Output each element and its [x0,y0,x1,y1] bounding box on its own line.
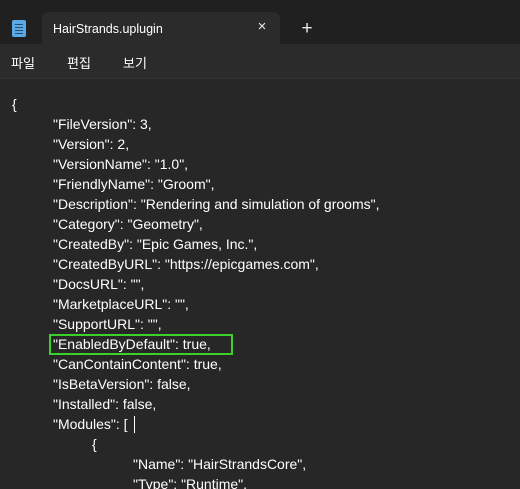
code-line: "MarketplaceURL": "", [53,296,189,312]
menu-bar: 파일 편집 보기 [0,44,520,78]
tab-bar: HairStrands.uplugin × + [0,0,520,44]
code-line: "Type": "Runtime", [133,476,248,489]
code-line: "Name": "HairStrandsCore", [133,456,307,472]
code-line: "CreatedByURL": "https://epicgames.com", [53,256,319,272]
code-line: "FriendlyName": "Groom", [53,176,215,192]
close-icon[interactable]: × [254,18,270,36]
code-line: { [12,96,17,112]
code-line: { [92,436,97,452]
code-line: "CreatedBy": "Epic Games, Inc.", [53,236,258,252]
menu-view[interactable]: 보기 [123,53,147,72]
code-line: "SupportURL": "", [53,316,162,332]
code-line: "Version": 2, [53,136,130,152]
code-line: "FileVersion": 3, [53,116,152,132]
new-tab-icon[interactable]: + [298,18,316,40]
code-line: "VersionName": "1.0", [53,156,189,172]
text-editor[interactable]: { "FileVersion": 3, "Version": 2, "Versi… [0,79,520,489]
code-line: "Description": "Rendering and simulation… [53,196,380,212]
code-line: "Category": "Geometry", [53,216,203,232]
text-caret [134,416,135,433]
notepad-window: HairStrands.uplugin × + 파일 편집 보기 { "File… [0,0,520,489]
code-line: "IsBetaVersion": false, [53,376,191,392]
tab-title: HairStrands.uplugin [53,22,163,36]
menu-file[interactable]: 파일 [11,53,35,72]
notepad-icon [12,20,26,37]
code-line: "DocsURL": "", [53,276,145,292]
code-line: "CanContainContent": true, [53,356,222,372]
code-line: "Installed": false, [53,396,157,412]
tab-file[interactable]: HairStrands.uplugin × [42,12,280,44]
code-line: "Modules": [ [53,416,128,432]
menu-edit[interactable]: 편집 [67,53,91,72]
highlight-box [49,334,233,355]
